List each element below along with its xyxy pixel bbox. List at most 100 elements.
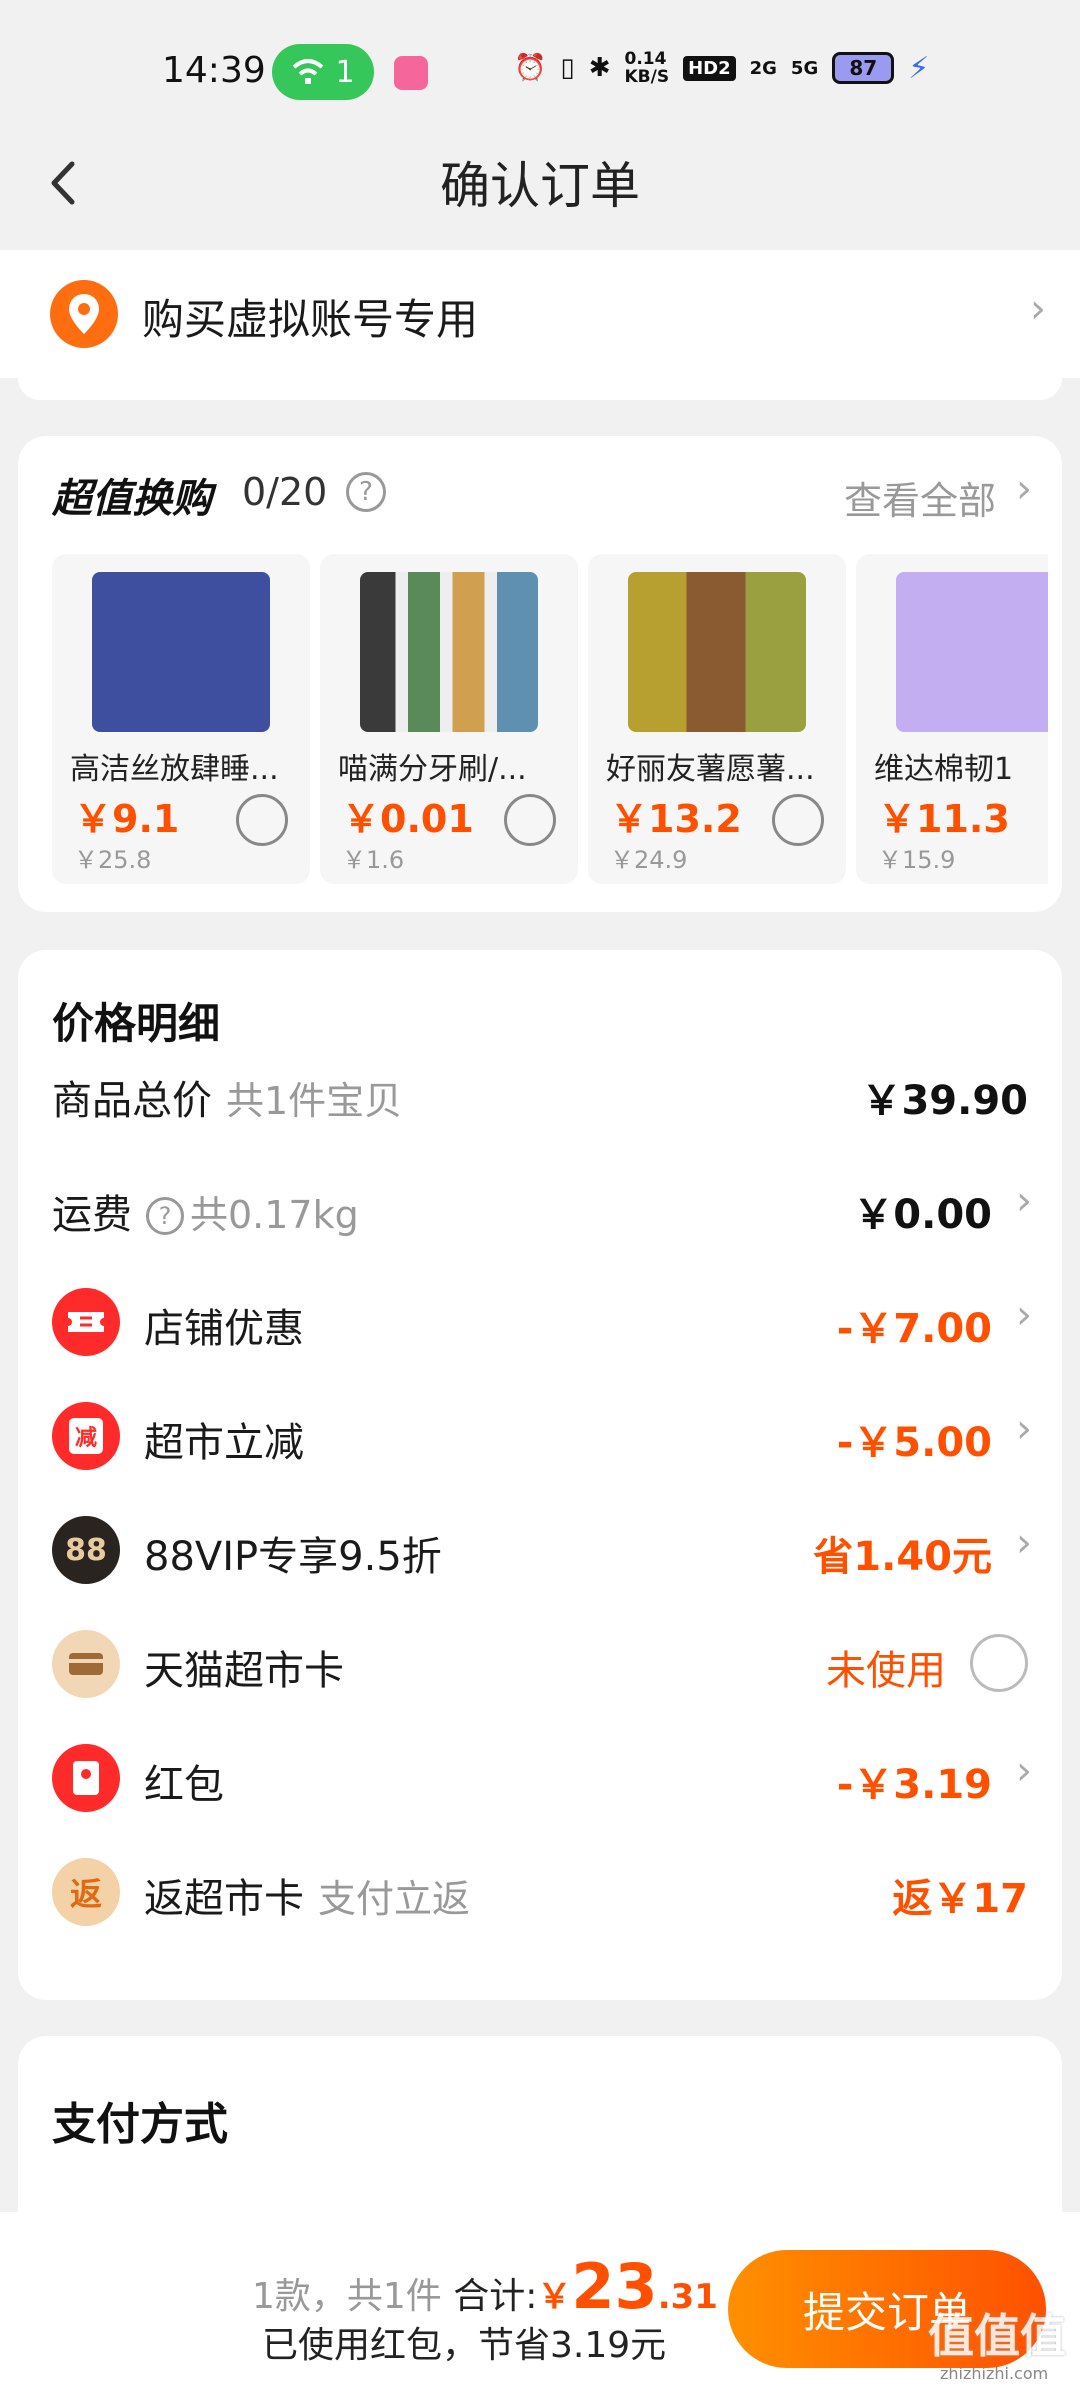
status-time: 14:39	[162, 50, 266, 91]
price-row-shop-discount[interactable]: 店铺优惠 -￥7.00 ›	[18, 1262, 1062, 1376]
price-row-rebate: 返 返超市卡 支付立返 返￥17	[18, 1832, 1062, 1946]
app-notification-icon	[394, 56, 428, 90]
row-sub-text: 共1件宝贝	[226, 1079, 403, 1123]
product-image	[92, 572, 270, 732]
red-packet-icon	[52, 1744, 120, 1812]
vibrate-icon: ▯	[560, 53, 575, 83]
chevron-right-icon: ›	[1016, 466, 1032, 512]
chevron-right-icon: ›	[1016, 1520, 1032, 1566]
wifi-count: 1	[335, 54, 355, 90]
discount-icon-text: 减	[69, 1418, 103, 1454]
chevron-right-icon: ›	[1016, 1178, 1032, 1224]
product-original-price: ￥1.6	[342, 846, 405, 874]
row-label: 店铺优惠	[144, 1306, 304, 1352]
order-summary: 1款，共1件 合计:￥23.31	[252, 2250, 718, 2323]
row-value: -￥5.00	[836, 1420, 992, 1466]
status-bar: 14:39 1 ⏰ ▯ ✱ 0.14 KB/S HD2 2G 5G 87 ⚡	[0, 0, 1080, 130]
charging-icon: ⚡	[908, 50, 930, 86]
wifi-icon	[293, 59, 324, 84]
watermark-url: zhizhizhi.com	[940, 2364, 1049, 2383]
signal-5g-icon: 5G	[790, 57, 819, 79]
price-detail-section: 价格明细 商品总价 共1件宝贝 ￥39.90 运费? 共0.17kg ￥0.00 ›…	[18, 950, 1062, 2000]
total-currency: ￥	[537, 2277, 572, 2317]
wifi-badge: 1	[272, 44, 374, 100]
row-label: 88VIP专享9.5折	[144, 1534, 442, 1580]
tmall-card-radio[interactable]	[970, 1634, 1028, 1692]
price-row-red-packet[interactable]: 红包 -￥3.19 ›	[18, 1718, 1062, 1832]
row-label: 天猫超市卡	[144, 1648, 344, 1694]
hd-icon: HD2	[683, 55, 736, 81]
checkout-bar: 1款，共1件 合计:￥23.31 已使用红包，节省3.19元 提交订单	[0, 2212, 1080, 2400]
row-value: ￥0.00	[853, 1192, 992, 1238]
price-row-goods-total: 商品总价 共1件宝贝 ￥39.90	[18, 1034, 1062, 1148]
rebate-icon: 返	[52, 1858, 120, 1926]
row-label-text: 返超市卡	[144, 1876, 304, 1922]
net-speed-value: 0.14	[624, 49, 667, 69]
product-name: 好丽友薯愿薯...	[606, 752, 815, 787]
price-row-market-discount[interactable]: 减 超市立减 -￥5.00 ›	[18, 1376, 1062, 1490]
status-icons: ⏰ ▯ ✱ 0.14 KB/S HD2 2G 5G 87 ⚡	[514, 50, 929, 86]
product-card[interactable]: 喵满分牙刷/... ￥0.01 ￥1.6	[320, 554, 578, 884]
row-label-text: 商品总价	[52, 1078, 212, 1124]
alarm-icon: ⏰	[514, 53, 547, 83]
product-name: 喵满分牙刷/...	[338, 752, 527, 787]
total-amount-integer: 23	[571, 2250, 658, 2323]
row-sub-text: 共0.17kg	[190, 1193, 359, 1237]
exchange-title: 超值换购	[52, 476, 212, 522]
watermark-logo: 值值值	[928, 2309, 1066, 2363]
signal-2g-icon: 2G	[749, 57, 777, 79]
row-value: ￥39.90	[861, 1078, 1028, 1124]
product-name: 高洁丝放肆睡...	[70, 752, 279, 787]
product-card[interactable]: 维达棉韧1 ￥11.3 ￥15.9	[856, 554, 1048, 884]
row-value: 省1.40元	[813, 1534, 992, 1580]
product-original-price: ￥15.9	[878, 846, 956, 874]
exchange-products: 高洁丝放肆睡... ￥9.1 ￥25.8 喵满分牙刷/... ￥0.01 ￥1.…	[52, 554, 1048, 884]
exchange-count: 0/20	[242, 470, 328, 514]
row-label: 超市立减	[144, 1420, 304, 1466]
coupon-icon	[52, 1288, 120, 1356]
saved-note: 已使用红包，节省3.19元	[262, 2325, 667, 2366]
page-title: 确认订单	[440, 157, 640, 215]
chevron-right-icon: ›	[1016, 1292, 1032, 1338]
header: 确认订单	[0, 130, 1080, 250]
product-original-price: ￥25.8	[74, 846, 152, 874]
price-row-88vip[interactable]: 88 88VIP专享9.5折 省1.40元 ›	[18, 1490, 1062, 1604]
row-label: 红包	[144, 1762, 224, 1808]
row-label-text: 运费	[52, 1192, 132, 1238]
total-amount-decimal: .31	[657, 2277, 718, 2317]
chevron-right-icon: ›	[1016, 1406, 1032, 1452]
card-icon	[52, 1630, 120, 1698]
price-row-shipping[interactable]: 运费? 共0.17kg ￥0.00 ›	[18, 1148, 1062, 1262]
row-sub-text: 支付立返	[318, 1877, 471, 1921]
row-label: 运费? 共0.17kg	[52, 1182, 359, 1240]
price-row-tmall-card[interactable]: 天猫超市卡 未使用	[18, 1604, 1062, 1718]
product-select-radio[interactable]	[504, 794, 556, 846]
row-value: 未使用	[826, 1648, 946, 1694]
address-card-bottom	[18, 378, 1062, 400]
product-original-price: ￥24.9	[610, 846, 688, 874]
net-speed-unit: KB/S	[624, 67, 670, 87]
payment-title: 支付方式	[52, 2099, 228, 2150]
help-icon[interactable]: ?	[346, 472, 386, 512]
bluetooth-icon: ✱	[588, 53, 611, 83]
exchange-section: 超值换购 0/20 ? 查看全部 › 高洁丝放肆睡... ￥9.1 ￥25.8 …	[18, 436, 1062, 912]
total-label: 合计:	[453, 2276, 538, 2317]
product-card[interactable]: 好丽友薯愿薯... ￥13.2 ￥24.9	[588, 554, 846, 884]
address-row[interactable]: 购买虚拟账号专用 ›	[0, 250, 1080, 378]
address-text: 购买虚拟账号专用	[142, 295, 479, 344]
help-icon[interactable]: ?	[146, 1197, 184, 1235]
product-select-radio[interactable]	[772, 794, 824, 846]
battery-icon: 87	[832, 52, 895, 84]
row-value: 返￥17	[892, 1876, 1028, 1922]
product-card[interactable]: 高洁丝放肆睡... ￥9.1 ￥25.8	[52, 554, 310, 884]
product-name: 维达棉韧1	[874, 752, 1014, 787]
product-select-radio[interactable]	[236, 794, 288, 846]
row-value: -￥7.00	[836, 1306, 992, 1352]
product-price: ￥9.1	[74, 797, 180, 841]
chevron-right-icon: ›	[1016, 1748, 1032, 1794]
view-all-link[interactable]: 查看全部	[844, 470, 996, 525]
product-price: ￥0.01	[342, 797, 474, 841]
product-image	[628, 572, 806, 732]
row-value: -￥3.19	[836, 1762, 992, 1808]
product-image	[896, 572, 1048, 732]
